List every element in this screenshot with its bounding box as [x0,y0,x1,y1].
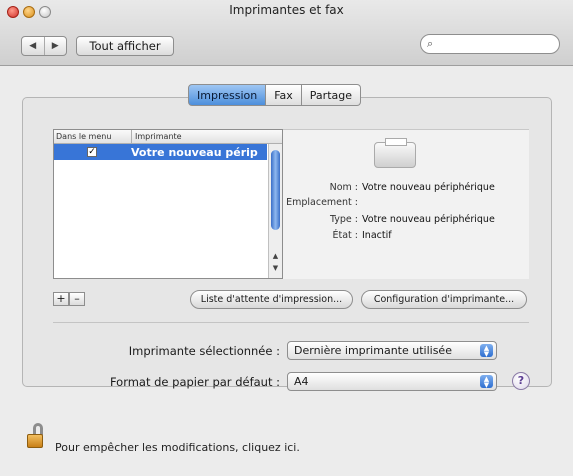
scrollbar-thumb[interactable] [271,150,280,230]
forward-button[interactable]: ▶ [45,37,67,55]
printer-name: Votre nouveau périp [131,145,258,159]
search-icon: ⌕ [427,37,434,50]
printer-list[interactable]: Dans le menu Imprimante ✓ Votre nouveau … [53,129,283,279]
detail-label: Nom : [329,182,358,193]
add-printer-button[interactable]: + [53,292,69,306]
selected-printer-label: Imprimante sélectionnée : [128,344,280,358]
detail-value: Votre nouveau périphérique [362,214,495,225]
detail-label: Emplacement : [286,197,358,208]
scroll-down-arrow-icon[interactable]: ▼ [269,264,282,276]
paper-size-popup[interactable]: A4 ▲ ▼ [287,372,497,391]
remove-printer-button[interactable]: – [69,292,85,306]
scroll-up-arrow-icon[interactable]: ▲ [269,252,282,264]
preferences-window: Imprimantes et fax ◀ ▶ Tout afficher ⌕ I… [0,0,573,476]
list-scrollbar[interactable]: ▲ ▼ [268,144,282,278]
column-header-in-menu[interactable]: Dans le menu [54,130,132,143]
detail-value [358,197,362,209]
lock-message: Pour empêcher les modifications, cliquez… [55,441,300,454]
back-button[interactable]: ◀ [22,37,45,55]
printer-icon [374,138,416,168]
popup-arrows-icon: ▲ ▼ [480,375,493,389]
selected-printer-value: Dernière imprimante utilisée [294,344,452,357]
column-header-printer[interactable]: Imprimante [132,130,182,143]
detail-value: Votre nouveau périphérique [362,182,495,193]
back-forward-control: ◀ ▶ [21,36,67,56]
printer-setup-button[interactable]: Configuration d'imprimante... [361,290,527,309]
title-bar: Imprimantes et fax ◀ ▶ Tout afficher ⌕ [0,0,573,66]
padlock-open-icon[interactable] [27,423,45,449]
detail-row-location: Emplacement : [283,197,529,209]
detail-label: État : [332,230,359,241]
detail-row-state: État : Inactif [283,230,529,242]
tab-bar: Impression Fax Partage [188,84,362,106]
selected-printer-popup[interactable]: Dernière imprimante utilisée ▲ ▼ [287,341,497,360]
detail-label: Type : [329,214,358,225]
popup-arrows-icon: ▲ ▼ [480,344,493,358]
tab-partage[interactable]: Partage [301,84,362,106]
detail-value: Inactif [362,230,392,241]
in-menu-checkbox[interactable]: ✓ [87,147,97,157]
tab-impression[interactable]: Impression [188,84,267,106]
paper-size-label: Format de papier par défaut : [109,375,280,389]
separator [53,322,529,323]
detail-row-name: Nom : Votre nouveau périphérique [283,182,529,194]
print-queue-button[interactable]: Liste d'attente d'impression... [190,290,353,309]
tab-fax[interactable]: Fax [266,84,302,106]
list-item[interactable]: ✓ Votre nouveau périp [54,144,267,160]
printer-details: Nom : Votre nouveau périphérique Emplace… [283,129,529,279]
search-field[interactable]: ⌕ [420,34,560,54]
paper-size-value: A4 [294,375,309,388]
show-all-button[interactable]: Tout afficher [76,36,174,56]
window-title: Imprimantes et fax [229,3,344,17]
help-button[interactable]: ? [512,372,530,390]
list-header: Dans le menu Imprimante [54,130,282,144]
detail-row-type: Type : Votre nouveau périphérique [283,214,529,226]
